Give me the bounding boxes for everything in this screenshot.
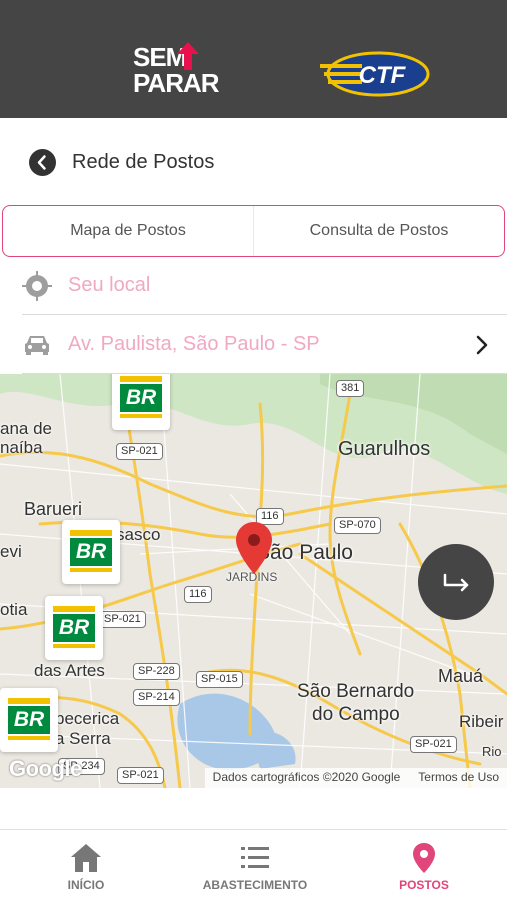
br-logo-text: BR bbox=[70, 538, 112, 566]
turn-right-arrow-icon bbox=[443, 573, 469, 592]
br-stripe bbox=[53, 644, 95, 648]
nav-item-inicio[interactable]: INÍCIO bbox=[58, 830, 114, 900]
nav-label-postos: POSTOS bbox=[399, 878, 449, 892]
map-label-sasco: sasco bbox=[116, 525, 161, 544]
sem-parar-logo: SEM PARAR bbox=[133, 42, 220, 104]
tab-bar: Mapa de Postos Consulta de Postos bbox=[2, 205, 505, 257]
ctf-logo-text: CTF bbox=[359, 62, 407, 89]
map-label-becerica: becerica bbox=[55, 709, 120, 728]
br-stripe bbox=[53, 606, 95, 612]
br-logo-text: BR bbox=[8, 706, 50, 734]
chevron-right-icon[interactable] bbox=[475, 334, 489, 356]
back-button[interactable] bbox=[29, 149, 56, 176]
destination-label: Av. Paulista, São Paulo - SP bbox=[68, 333, 320, 355]
nav-item-abastecimento[interactable]: ABASTECIMENTO bbox=[196, 830, 314, 900]
map-label-rio: Rio bbox=[482, 744, 502, 759]
crosshair-icon bbox=[22, 271, 52, 301]
map-view[interactable]: Guarulhos Barueri São Paulo JARDINS São … bbox=[0, 374, 507, 788]
car-icon bbox=[25, 336, 49, 355]
directions-button[interactable] bbox=[418, 544, 494, 620]
road-shield: SP-021 bbox=[116, 443, 163, 460]
br-stripe bbox=[120, 376, 162, 382]
br-logo-text: BR bbox=[53, 614, 95, 642]
attribution-text: Dados cartográficos ©2020 Google bbox=[212, 770, 401, 784]
sem-parar-logo-line2: PARAR bbox=[133, 68, 220, 98]
br-station-marker[interactable]: BR bbox=[62, 520, 120, 584]
map-label-sao-bernardo: São Bernardo bbox=[297, 681, 415, 702]
tab-mapa-de-postos[interactable]: Mapa de Postos bbox=[3, 206, 253, 256]
map-label-evi: evi bbox=[0, 542, 22, 561]
map-label-ana-de: ana de bbox=[0, 419, 52, 438]
map-label-barueri: Barueri bbox=[24, 499, 83, 519]
map-pin-icon[interactable] bbox=[236, 522, 272, 574]
br-stripe bbox=[70, 530, 112, 536]
br-station-marker[interactable]: BR bbox=[45, 596, 103, 660]
nav-label-inicio: INÍCIO bbox=[67, 878, 105, 892]
terms-link[interactable]: Termos de Uso bbox=[418, 770, 499, 786]
map-label-naiba: naíba bbox=[0, 438, 43, 457]
map-label-do-campo: do Campo bbox=[312, 704, 400, 725]
road-shield: SP-070 bbox=[334, 517, 381, 534]
destination-row[interactable]: Av. Paulista, São Paulo - SP bbox=[22, 316, 507, 374]
nav-item-postos[interactable]: POSTOS bbox=[392, 830, 456, 900]
road-shield: 116 bbox=[184, 586, 212, 603]
page-header: Rede de Postos bbox=[0, 118, 507, 206]
chevron-left-icon bbox=[37, 155, 46, 170]
map-label-a-serra: a Serra bbox=[55, 729, 111, 748]
page-title: Rede de Postos bbox=[72, 151, 215, 173]
map-label-das-artes: das Artes bbox=[34, 661, 105, 680]
br-stripe bbox=[8, 698, 50, 704]
road-shield: SP-214 bbox=[133, 689, 180, 706]
br-station-marker[interactable]: BR bbox=[0, 688, 58, 752]
brand-header: SEM PARAR CTF bbox=[0, 0, 507, 118]
nav-label-abastecimento: ABASTECIMENTO bbox=[202, 878, 308, 892]
map-label-guarulhos: Guarulhos bbox=[338, 438, 431, 460]
br-logo-text: BR bbox=[120, 384, 162, 412]
map-attribution: Dados cartográficos ©2020 Google Termos … bbox=[204, 768, 507, 788]
ctf-logo: CTF bbox=[320, 51, 430, 97]
road-shield: SP-021 bbox=[117, 767, 164, 784]
br-stripe bbox=[70, 568, 112, 572]
map-label-otia: otia bbox=[0, 600, 28, 619]
map-pin-icon bbox=[413, 843, 435, 873]
br-station-marker[interactable]: BR bbox=[112, 374, 170, 430]
road-shield: SP-021 bbox=[99, 611, 146, 628]
home-icon bbox=[71, 844, 101, 872]
br-stripe bbox=[8, 736, 50, 740]
tab-consulta-de-postos[interactable]: Consulta de Postos bbox=[253, 206, 504, 256]
bottom-nav: INÍCIO ABASTECIMENTO POSTOS bbox=[0, 829, 507, 900]
current-location-label: Seu local bbox=[68, 274, 151, 296]
current-location-row[interactable]: Seu local bbox=[22, 257, 507, 315]
map-label-ribeir: Ribeir bbox=[459, 712, 504, 731]
road-shield: SP-015 bbox=[196, 671, 243, 688]
br-stripe bbox=[120, 414, 162, 418]
road-shield: SP-228 bbox=[133, 663, 180, 680]
sem-parar-logo-line1: SEM bbox=[133, 42, 187, 72]
road-shield: 381 bbox=[336, 380, 365, 397]
road-shield: SP-021 bbox=[410, 736, 457, 753]
google-logo: Google bbox=[9, 756, 82, 781]
sem-parar-arrow-icon bbox=[177, 42, 199, 70]
list-icon bbox=[241, 847, 269, 868]
map-label-maua: Mauá bbox=[438, 666, 484, 686]
